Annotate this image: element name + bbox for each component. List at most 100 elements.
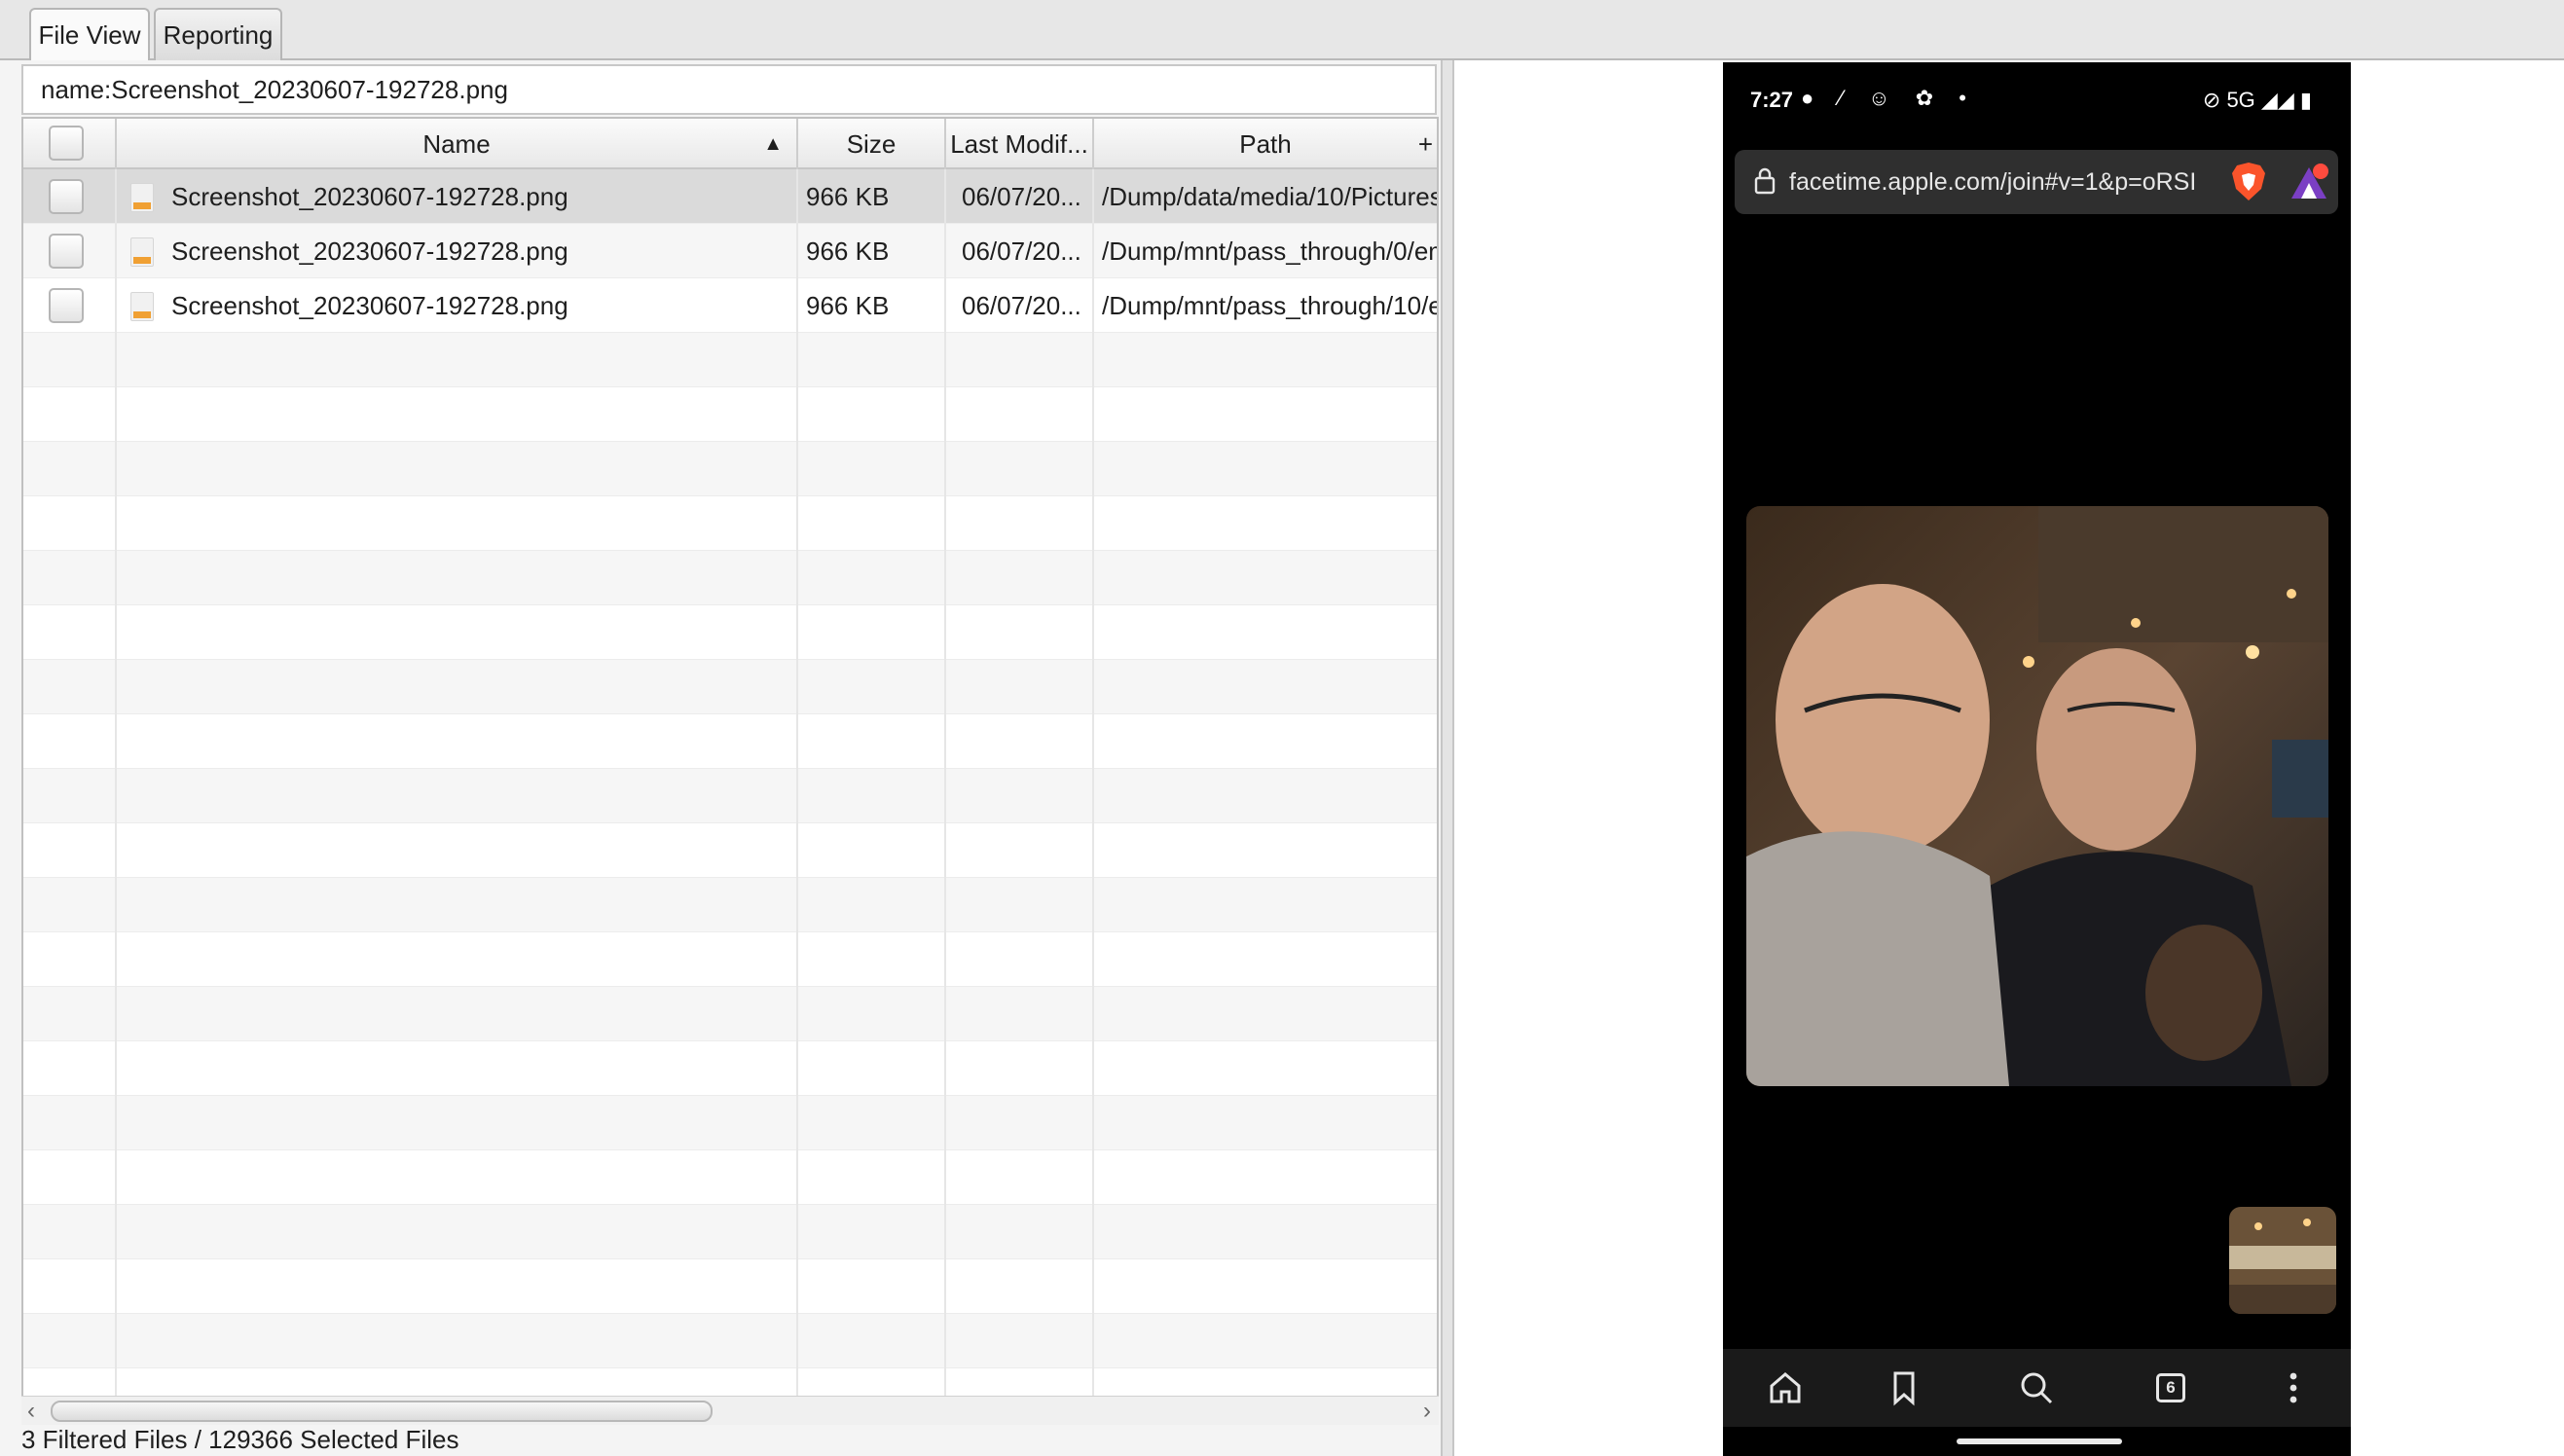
- cell-modified: [946, 714, 1094, 769]
- cell-name: [117, 878, 798, 932]
- table-row[interactable]: Screenshot_20230607-192728.png 966 KB 06/0…: [23, 169, 1437, 224]
- more-menu-icon[interactable]: [2270, 1365, 2317, 1411]
- cell-size: [798, 442, 946, 496]
- empty-table-row: [23, 660, 1437, 714]
- cell-check: [23, 769, 117, 823]
- column-header-name[interactable]: Name ▲: [117, 119, 798, 169]
- cell-name: [117, 660, 798, 714]
- empty-table-row: [23, 823, 1437, 878]
- phone-status-bar: 7:27 ● ⁄ ☺ ✿ • ⊘ 5G ◢◢ ▮: [1723, 62, 2351, 140]
- cell-check: [23, 442, 117, 496]
- cell-path: [1094, 1041, 1437, 1096]
- facetime-remote-video: [1746, 506, 2328, 1086]
- home-icon[interactable]: [1762, 1365, 1809, 1411]
- cell-modified: [946, 333, 1094, 387]
- empty-table-row: [23, 987, 1437, 1041]
- notification-icons: ● ⁄ ☺ ✿ •: [1801, 86, 1977, 110]
- scrollbar-thumb[interactable]: [51, 1401, 713, 1422]
- column-header-last-modified[interactable]: Last Modif...: [946, 119, 1094, 169]
- tab-bar: File View Reporting: [0, 0, 2564, 62]
- cell-path: [1094, 660, 1437, 714]
- bookmark-icon[interactable]: [1881, 1365, 1927, 1411]
- cell-size: 966 KB: [798, 278, 946, 333]
- horizontal-scrollbar[interactable]: ‹ ›: [21, 1396, 1439, 1425]
- brave-rewards-icon: [2291, 164, 2328, 199]
- cell-modified: [946, 1096, 1094, 1150]
- cell-size: [798, 1096, 946, 1150]
- empty-table-row: [23, 551, 1437, 605]
- column-path-label: Path: [1239, 129, 1292, 159]
- scroll-right-icon[interactable]: ›: [1423, 1397, 1431, 1426]
- cell-name: [117, 1150, 798, 1205]
- empty-table-row: [23, 496, 1437, 551]
- cell-size: [798, 496, 946, 551]
- cell-check: [23, 1205, 117, 1259]
- cell-name: [117, 1041, 798, 1096]
- cell-check: [23, 987, 117, 1041]
- row-checkbox[interactable]: [49, 179, 84, 214]
- header-select-all: [23, 119, 117, 169]
- cell-name: Screenshot_20230607-192728.png: [117, 278, 798, 333]
- status-text: 3 Filtered Files / 129366 Selected Files: [21, 1425, 459, 1454]
- cell-modified: [946, 1205, 1094, 1259]
- cell-check: [23, 224, 117, 278]
- tab-reporting[interactable]: Reporting: [154, 8, 282, 60]
- empty-table-row: [23, 1041, 1437, 1096]
- mute-icon: ⊘: [2202, 88, 2221, 112]
- table-row[interactable]: Screenshot_20230607-192728.png 966 KB 06/0…: [23, 224, 1437, 278]
- phone-screenshot-preview: 7:27 ● ⁄ ☺ ✿ • ⊘ 5G ◢◢ ▮ facetime.apple.…: [1723, 62, 2351, 1456]
- cell-size: [798, 1205, 946, 1259]
- cell-size: [798, 333, 946, 387]
- cell-modified: 06/07/20...: [946, 169, 1094, 224]
- cell-size: [798, 1150, 946, 1205]
- png-file-icon: [130, 183, 154, 212]
- png-file-icon: [130, 237, 154, 267]
- column-header-path[interactable]: Path +: [1094, 119, 1437, 169]
- cell-check: [23, 878, 117, 932]
- cell-modified: [946, 1259, 1094, 1314]
- cell-path: [1094, 823, 1437, 878]
- cell-size: [798, 1041, 946, 1096]
- cell-check: [23, 932, 117, 987]
- table-row[interactable]: Screenshot_20230607-192728.png 966 KB 06/0…: [23, 278, 1437, 333]
- cell-path: [1094, 1314, 1437, 1368]
- cell-path: [1094, 987, 1437, 1041]
- cell-modified: [946, 769, 1094, 823]
- tabs-button[interactable]: 6: [2147, 1365, 2194, 1411]
- search-icon[interactable]: [2013, 1365, 2060, 1411]
- column-header-size[interactable]: Size: [798, 119, 946, 169]
- status-right: ⊘ 5G ◢◢ ▮: [2203, 88, 2312, 113]
- cell-size: [798, 551, 946, 605]
- file-name: Screenshot_20230607-192728.png: [171, 291, 568, 320]
- cell-name: [117, 333, 798, 387]
- split-pane-divider[interactable]: [1441, 60, 1454, 1456]
- tab-file-view[interactable]: File View: [29, 8, 150, 62]
- cell-name: [117, 1259, 798, 1314]
- add-column-icon[interactable]: +: [1418, 119, 1433, 169]
- cell-modified: [946, 496, 1094, 551]
- cell-check: [23, 169, 117, 224]
- file-name: Screenshot_20230607-192728.png: [171, 182, 568, 211]
- empty-table-row: [23, 605, 1437, 660]
- cell-size: [798, 1314, 946, 1368]
- search-filter-field[interactable]: name:Screenshot_20230607-192728.png: [21, 64, 1437, 115]
- cell-path: /Dump/data/media/10/Pictures/Screenshots: [1102, 182, 1437, 211]
- cell-size: [798, 605, 946, 660]
- cell-name: [117, 1314, 798, 1368]
- row-checkbox[interactable]: [49, 288, 84, 323]
- cell-path: [1094, 442, 1437, 496]
- cell-check: [23, 278, 117, 333]
- self-view-photo: [2229, 1207, 2336, 1314]
- facetime-self-view[interactable]: [2229, 1207, 2336, 1314]
- row-checkbox[interactable]: [49, 234, 84, 269]
- cell-modified: [946, 551, 1094, 605]
- cell-check: [23, 823, 117, 878]
- select-all-checkbox[interactable]: [49, 126, 84, 161]
- cell-name: [117, 1205, 798, 1259]
- phone-time: 7:27: [1750, 88, 1794, 112]
- empty-table-row: [23, 878, 1437, 932]
- cell-size: [798, 387, 946, 442]
- empty-table-row: [23, 1096, 1437, 1150]
- scroll-left-icon[interactable]: ‹: [27, 1397, 35, 1426]
- table-header: Name ▲ Size Last Modif... Path +: [23, 119, 1437, 169]
